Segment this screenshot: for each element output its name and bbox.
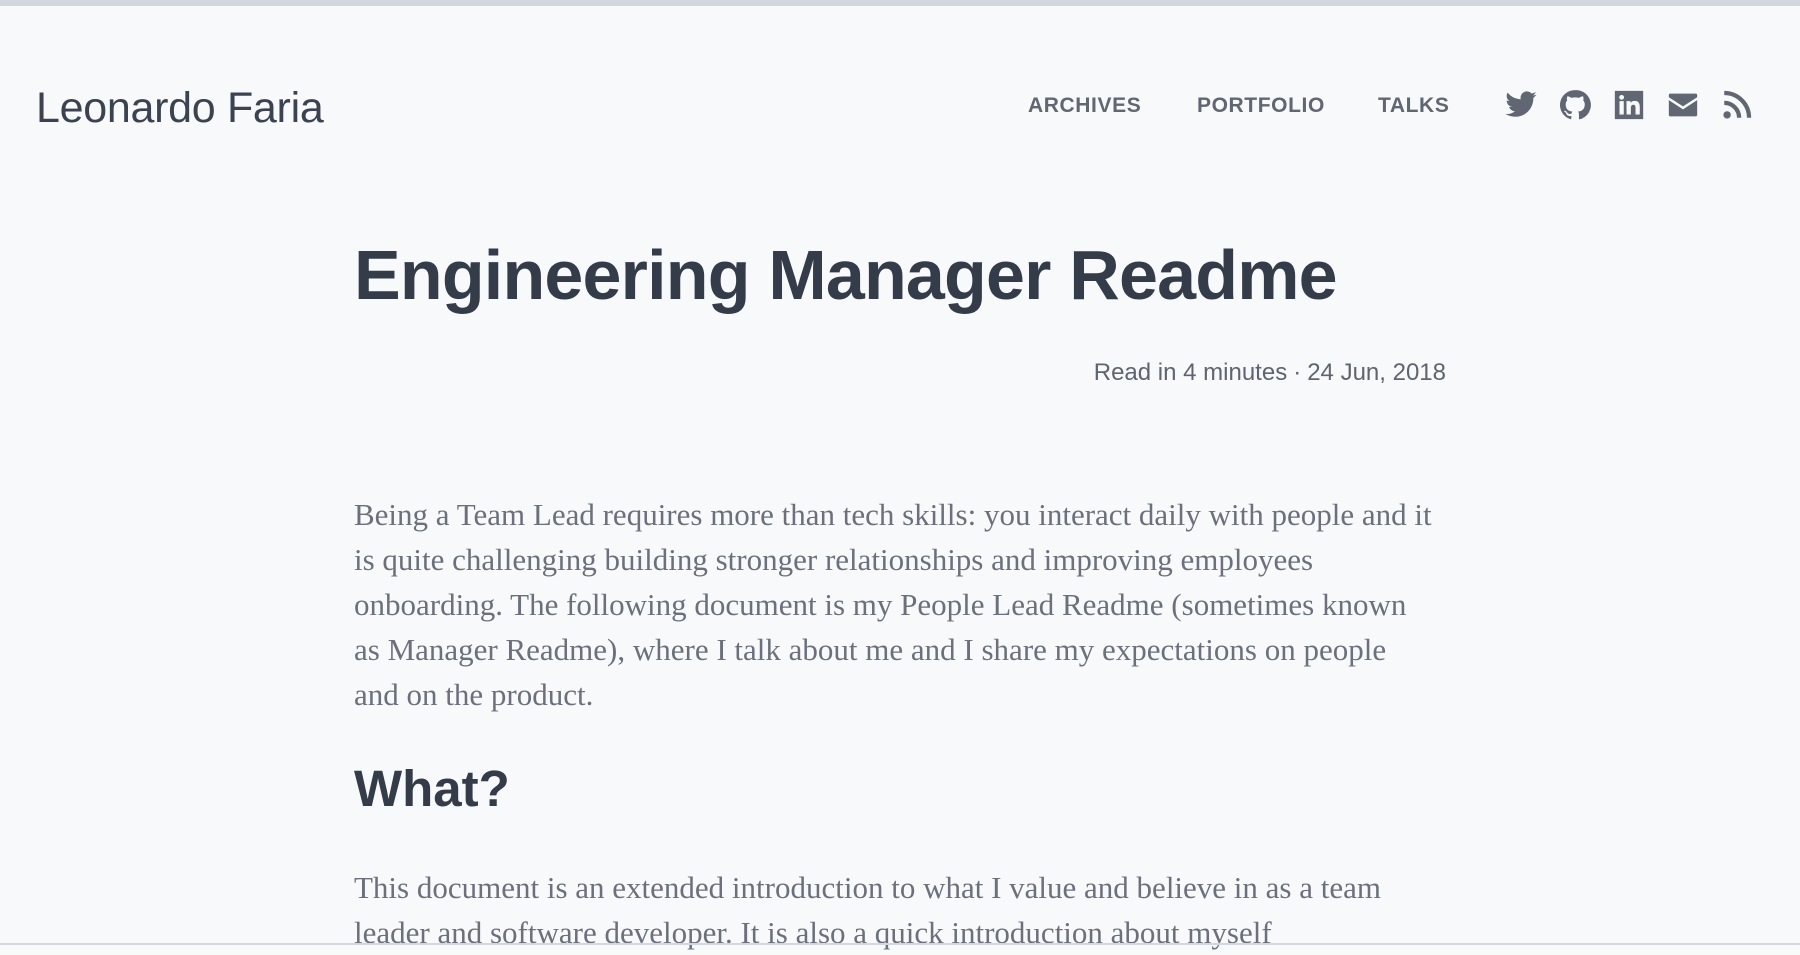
github-icon[interactable]	[1558, 88, 1592, 122]
twitter-icon[interactable]	[1504, 88, 1538, 122]
read-time: Read in 4 minutes	[1093, 359, 1288, 386]
linkedin-icon[interactable]	[1612, 88, 1646, 122]
site-title[interactable]: Leonardo Faria	[36, 78, 324, 138]
post-date: 24 Jun, 2018	[1307, 359, 1446, 386]
post-meta: Read in 4 minutes · 24 Jun, 2018	[1094, 358, 1446, 388]
email-icon[interactable]	[1666, 88, 1700, 122]
rss-icon[interactable]	[1720, 88, 1754, 122]
meta-separator: ·	[1293, 359, 1302, 386]
intro-paragraph: Being a Team Lead requires more than tec…	[354, 497, 1432, 712]
nav-link-portfolio[interactable]: PORTFOLIO	[1197, 92, 1325, 120]
post-content: Being a Team Lead requires more than tec…	[354, 492, 1454, 955]
nav-link-archives[interactable]: ARCHIVES	[1028, 92, 1141, 120]
post-title: Engineering Manager Readme	[354, 236, 1338, 314]
section-heading-what: What?	[354, 760, 510, 817]
top-accent-bar	[0, 0, 1800, 6]
section-paragraph: This document is an extended introductio…	[354, 870, 1381, 950]
nav-link-talks[interactable]: TALKS	[1378, 92, 1449, 120]
